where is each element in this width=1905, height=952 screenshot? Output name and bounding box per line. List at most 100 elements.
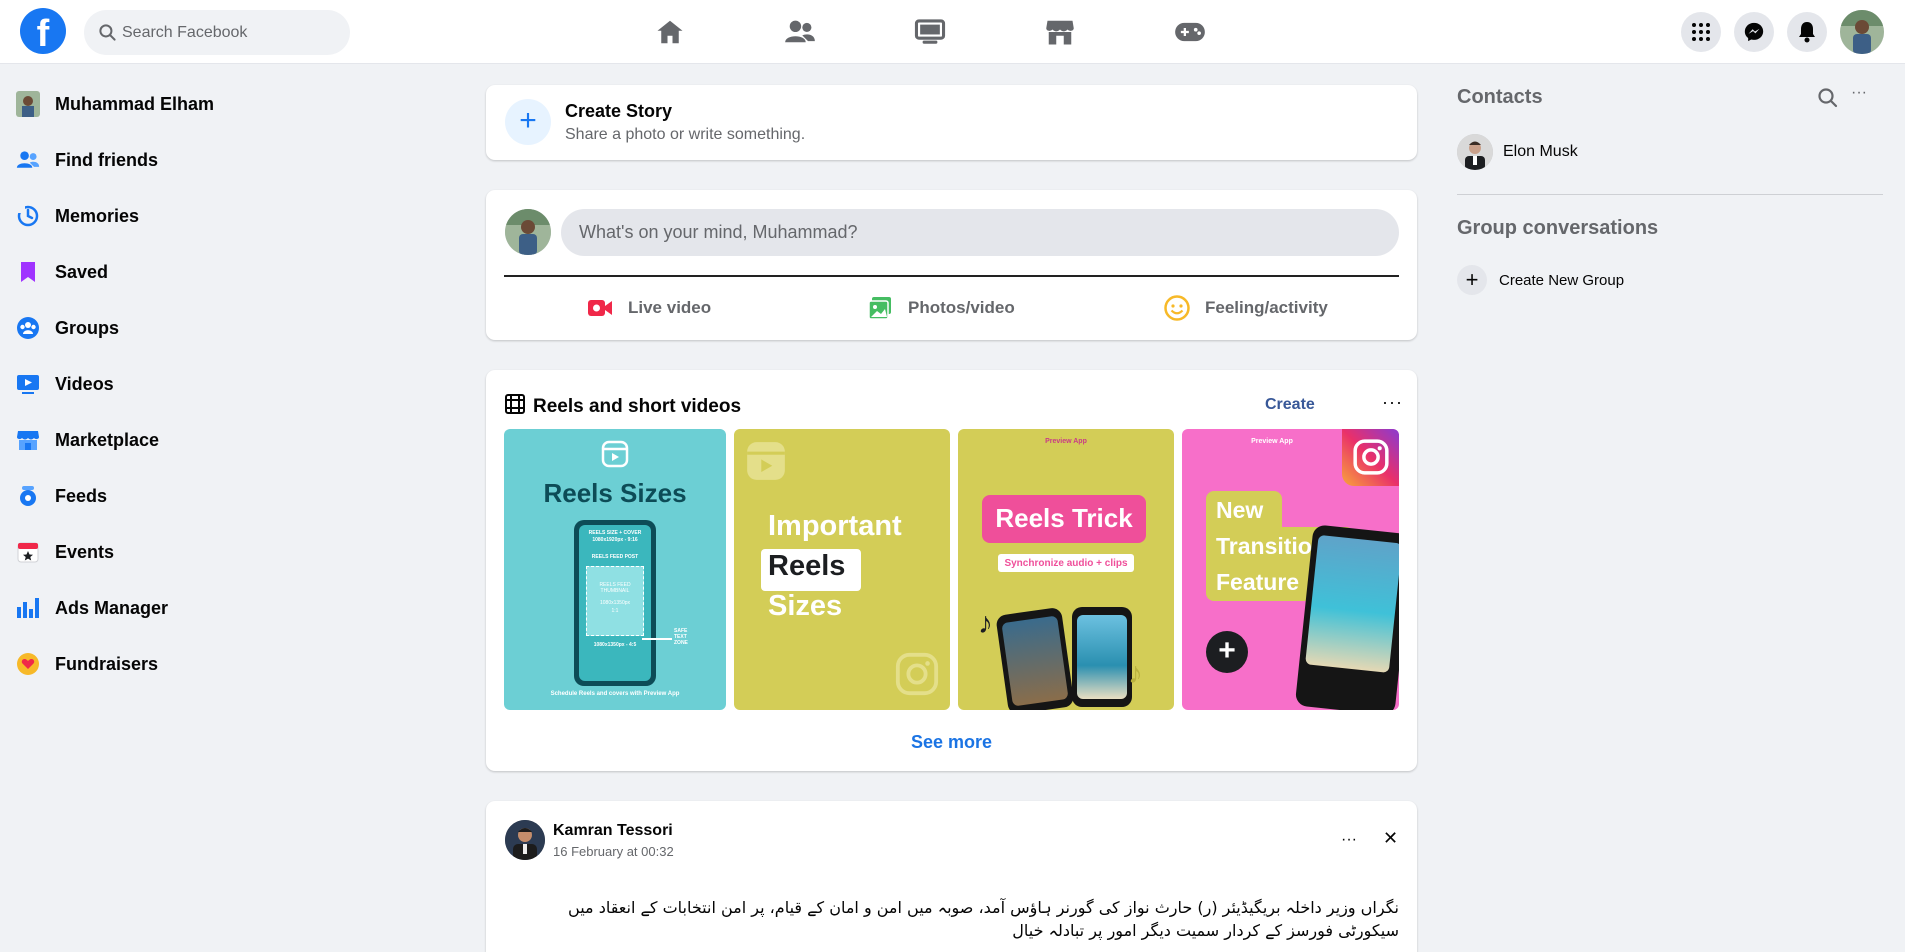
live-video-label: Live video <box>628 298 712 317</box>
sidebar-item-profile[interactable]: Muhammad Elham <box>0 78 360 130</box>
post-composer-card: What's on your mind, Muhammad? Live vide… <box>486 190 1417 340</box>
sidebar-item-label: Find friends <box>55 149 158 170</box>
sidebar-item-label: Marketplace <box>55 429 160 450</box>
messenger-icon[interactable] <box>1734 12 1774 52</box>
sidebar-item-videos[interactable]: Videos <box>0 358 360 410</box>
feeling-activity-button[interactable]: Feeling/activity <box>1163 286 1328 330</box>
avatar[interactable] <box>505 820 545 860</box>
create-story-card[interactable]: + Create Story Share a photo or write so… <box>486 85 1417 160</box>
home-icon[interactable] <box>650 12 690 52</box>
create-new-group-button[interactable]: + Create New Group <box>1457 265 1624 295</box>
story-title: Create Story <box>565 101 673 121</box>
photos-video-label: Photos/video <box>908 298 1015 317</box>
composer-placeholder: What's on your mind, Muhammad? <box>579 222 858 242</box>
search-icon <box>99 24 116 41</box>
feed-post-card: Kamran Tessori 16 February at 00:32 ··· … <box>486 801 1417 952</box>
facebook-logo[interactable]: f <box>20 8 66 55</box>
events-icon <box>16 540 40 564</box>
contacts-heading: Contacts <box>1457 86 1543 108</box>
reels-icon <box>747 442 785 480</box>
group-conversations-heading: Group conversations <box>1457 217 1659 239</box>
plus-icon[interactable]: + <box>505 99 551 145</box>
contact-item[interactable]: Elon Musk <box>1457 134 1578 170</box>
phone-mockup <box>995 606 1075 710</box>
more-options-icon[interactable]: ··· <box>1341 831 1357 849</box>
sidebar-item-label: Feeds <box>55 485 108 506</box>
plus-icon: + <box>1457 265 1487 295</box>
friends-icon[interactable] <box>780 12 820 52</box>
divider <box>1457 194 1883 195</box>
instagram-icon <box>895 652 939 696</box>
marketplace-icon <box>16 428 40 452</box>
sidebar-item-label: Events <box>55 541 115 562</box>
marketplace-icon[interactable] <box>1040 12 1080 52</box>
sidebar-item-label: Ads Manager <box>55 597 169 618</box>
sidebar-item-label: Fundraisers <box>55 653 159 674</box>
avatar <box>1457 134 1493 170</box>
plus-icon: + <box>1206 631 1248 673</box>
phone-mockup: REELS SIZE + COVER 1080x1920px - 9:16 RE… <box>574 520 656 686</box>
profile-avatar <box>16 91 40 117</box>
reel-thumbnail[interactable]: Reels Sizes REELS SIZE + COVER 1080x1920… <box>504 429 726 710</box>
more-options-icon[interactable]: ··· <box>1851 84 1867 102</box>
sidebar-item-groups[interactable]: Groups <box>0 302 360 354</box>
profile-avatar[interactable] <box>505 209 551 255</box>
search-icon[interactable] <box>1816 86 1840 110</box>
phone-mockup <box>1072 607 1132 707</box>
live-video-button[interactable]: Live video <box>586 286 711 330</box>
groups-icon <box>16 316 40 340</box>
sidebar-item-label: Videos <box>55 373 114 394</box>
composer-divider <box>504 275 1399 277</box>
sidebar-item-marketplace[interactable]: Marketplace <box>0 414 360 466</box>
music-note-icon: ♪ <box>978 607 993 640</box>
sidebar-item-label: Memories <box>55 205 140 226</box>
feeds-icon <box>16 484 40 508</box>
watch-icon[interactable] <box>910 12 950 52</box>
sidebar-item-events[interactable]: Events <box>0 526 360 578</box>
sidebar-item-find-friends[interactable]: Find friends <box>0 134 360 186</box>
videos-icon <box>16 372 40 396</box>
sidebar-item-ads-manager[interactable]: Ads Manager <box>0 582 360 634</box>
friends-icon <box>16 148 40 172</box>
post-author[interactable]: Kamran Tessori <box>553 822 673 840</box>
search-input[interactable] <box>122 10 342 55</box>
sidebar-item-saved[interactable]: Saved <box>0 246 360 298</box>
memories-icon <box>16 204 40 228</box>
photos-icon <box>866 294 894 322</box>
sidebar-item-memories[interactable]: Memories <box>0 190 360 242</box>
notifications-icon[interactable] <box>1787 12 1827 52</box>
reels-icon <box>601 440 629 468</box>
photos-video-button[interactable]: Photos/video <box>866 286 1015 330</box>
create-new-group-label: Create New Group <box>1499 271 1625 289</box>
contact-name: Elon Musk <box>1503 143 1578 160</box>
menu-grid-icon[interactable] <box>1681 12 1721 52</box>
sidebar-item-label: Groups <box>55 317 120 338</box>
sidebar-item-fundraisers[interactable]: Fundraisers <box>0 638 360 690</box>
profile-avatar[interactable] <box>1840 10 1884 54</box>
search-box[interactable] <box>84 10 350 55</box>
sidebar-item-label: Muhammad Elham <box>55 93 215 114</box>
feeling-activity-label: Feeling/activity <box>1205 298 1328 317</box>
instagram-icon <box>1342 429 1399 486</box>
reel-thumbnail[interactable]: Preview App Reels Trick Synchronize audi… <box>958 429 1174 710</box>
see-more-link[interactable]: See more <box>486 732 1417 753</box>
close-icon[interactable]: ✕ <box>1383 828 1398 849</box>
fundraisers-icon <box>16 652 40 676</box>
gaming-icon[interactable] <box>1170 12 1210 52</box>
live-video-icon <box>586 294 614 322</box>
top-navigation-bar: f <box>0 0 1905 64</box>
phone-mockup <box>1294 524 1399 710</box>
reels-create-link[interactable]: Create <box>1265 396 1315 414</box>
reels-title: Reels and short videos <box>533 396 742 417</box>
whats-on-your-mind-input[interactable]: What's on your mind, Muhammad? <box>561 209 1399 256</box>
reel-thumbnail[interactable]: Preview App New Transition Feature + <box>1182 429 1399 710</box>
music-note-icon: ♪ <box>1128 657 1143 690</box>
sidebar-item-feeds[interactable]: Feeds <box>0 470 360 522</box>
reel-title: Reels Sizes <box>543 478 687 508</box>
post-timestamp[interactable]: 16 February at 00:32 <box>553 844 674 859</box>
more-options-icon[interactable]: ··· <box>1382 392 1406 416</box>
story-subtitle: Share a photo or write something. <box>565 126 806 143</box>
reel-thumbnail[interactable]: Important Reels Sizes <box>734 429 950 710</box>
reels-icon <box>505 394 525 414</box>
post-text: نگراں وزیر داخلہ بریگیڈیئر (ر) حارث نواز… <box>568 898 1399 940</box>
